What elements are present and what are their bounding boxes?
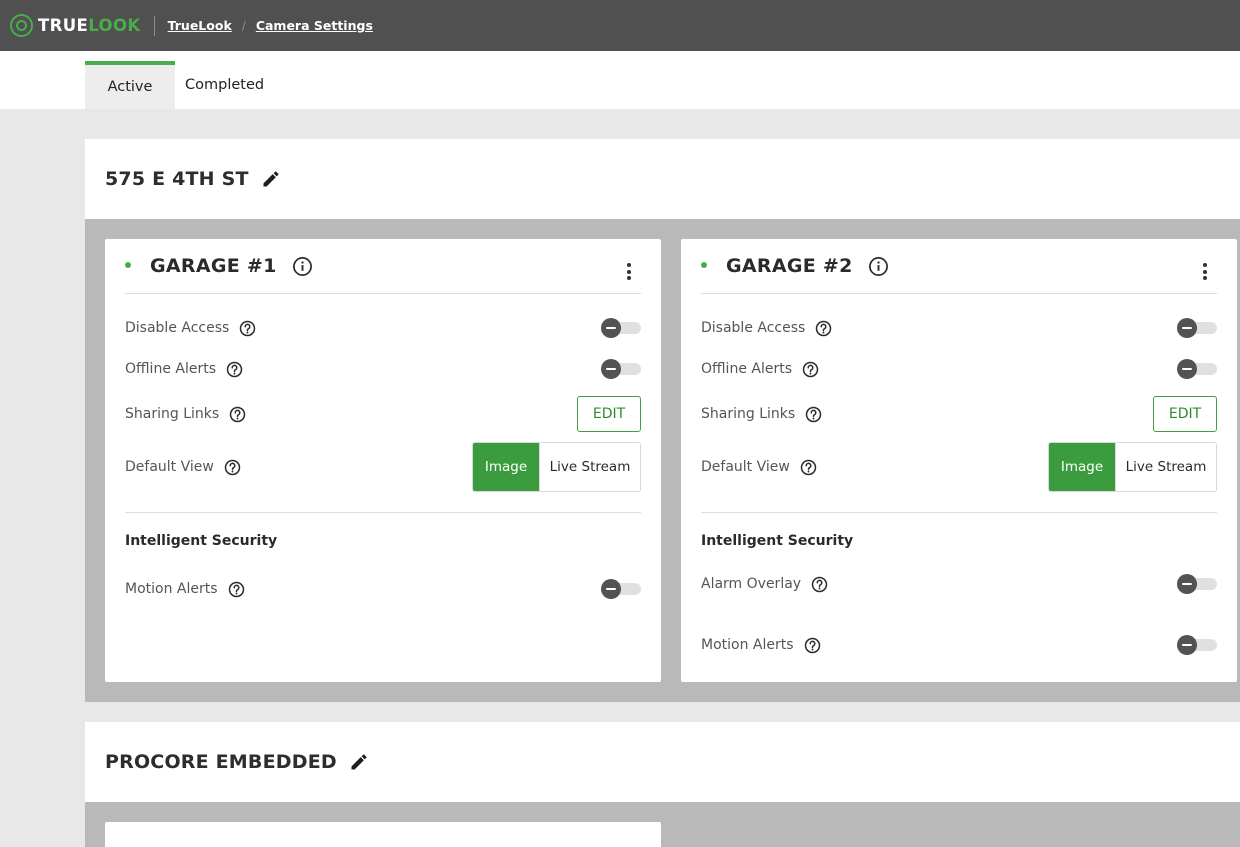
help-icon[interactable] <box>224 459 241 476</box>
view-option-live-stream[interactable]: Live Stream <box>539 443 640 491</box>
project-header: PROCORE EMBEDDED <box>85 722 1240 802</box>
setting-label: Offline Alerts <box>125 361 216 377</box>
project-title: PROCORE EMBEDDED <box>105 751 337 773</box>
offline-alerts-toggle[interactable] <box>1177 359 1217 379</box>
left-gutter <box>0 109 85 847</box>
edit-pencil-icon[interactable] <box>261 169 281 189</box>
help-icon[interactable] <box>811 576 828 593</box>
sharing-links-edit-button[interactable]: EDIT <box>1153 396 1217 432</box>
view-option-live-stream[interactable]: Live Stream <box>1115 443 1216 491</box>
header-divider <box>153 15 155 36</box>
camera-card-header: GARAGE #2 <box>701 239 1217 294</box>
setting-row-alarm-overlay: Alarm Overlay <box>701 572 1217 596</box>
logo-text-look: LOOK <box>88 16 141 35</box>
setting-row-default-view: Default View Image Live Stream <box>701 442 1217 492</box>
camera-name: GARAGE #2 <box>726 255 853 277</box>
help-icon[interactable] <box>800 459 817 476</box>
motion-alerts-toggle[interactable] <box>1177 635 1217 655</box>
help-icon[interactable] <box>815 320 832 337</box>
setting-label: Alarm Overlay <box>701 576 802 592</box>
setting-row-offline-alerts: Offline Alerts <box>701 357 1217 381</box>
project-header: 575 E 4TH ST <box>85 139 1240 219</box>
setting-row-sharing-links: Sharing Links EDIT <box>125 396 641 432</box>
online-status-dot <box>701 262 707 268</box>
sharing-links-edit-button[interactable]: EDIT <box>577 396 641 432</box>
section-divider <box>701 512 1217 513</box>
help-icon[interactable] <box>226 361 243 378</box>
setting-row-offline-alerts: Offline Alerts <box>125 357 641 381</box>
info-icon[interactable] <box>868 256 889 277</box>
camera-card <box>105 822 661 847</box>
setting-label: Disable Access <box>701 320 806 336</box>
setting-row-sharing-links: Sharing Links EDIT <box>701 396 1217 432</box>
setting-label: Sharing Links <box>701 406 796 422</box>
breadcrumb-truelook[interactable]: TrueLook <box>168 18 232 33</box>
breadcrumb-camera-settings[interactable]: Camera Settings <box>256 18 373 33</box>
status-tabs: Active Completed <box>0 51 1240 109</box>
intelligent-security-heading: Intelligent Security <box>125 533 278 549</box>
setting-row-motion-alerts: Motion Alerts <box>125 577 641 601</box>
more-options-icon[interactable] <box>1203 263 1207 280</box>
setting-label: Default View <box>701 459 790 475</box>
camera-card: GARAGE #1 Disable Access Offline Alerts … <box>105 239 661 682</box>
setting-label: Motion Alerts <box>701 637 794 653</box>
disable-access-toggle[interactable] <box>601 318 641 338</box>
help-icon[interactable] <box>805 406 822 423</box>
camera-grid <box>85 802 1240 847</box>
setting-label: Default View <box>125 459 214 475</box>
top-navigation-bar: TRUELOOK TrueLook / Camera Settings <box>0 0 1240 51</box>
camera-name: GARAGE #1 <box>150 255 277 277</box>
motion-alerts-toggle[interactable] <box>601 579 641 599</box>
setting-row-motion-alerts: Motion Alerts <box>701 633 1217 657</box>
help-icon[interactable] <box>239 320 256 337</box>
alarm-overlay-toggle[interactable] <box>1177 574 1217 594</box>
setting-label: Sharing Links <box>125 406 220 422</box>
view-option-image[interactable]: Image <box>473 443 539 491</box>
logo-text-true: TRUE <box>38 16 89 35</box>
help-icon[interactable] <box>228 581 245 598</box>
setting-row-disable-access: Disable Access <box>125 316 641 340</box>
tab-active[interactable]: Active <box>85 61 175 109</box>
camera-card-header: GARAGE #1 <box>125 239 641 294</box>
tab-completed[interactable]: Completed <box>185 61 264 109</box>
default-view-selector: Image Live Stream <box>472 442 641 492</box>
edit-pencil-icon[interactable] <box>349 752 369 772</box>
project-title: 575 E 4TH ST <box>105 168 249 190</box>
help-icon[interactable] <box>229 406 246 423</box>
setting-row-disable-access: Disable Access <box>701 316 1217 340</box>
view-option-image[interactable]: Image <box>1049 443 1115 491</box>
setting-label: Offline Alerts <box>701 361 792 377</box>
help-icon[interactable] <box>804 637 821 654</box>
help-icon[interactable] <box>802 361 819 378</box>
info-icon[interactable] <box>292 256 313 277</box>
setting-label: Disable Access <box>125 320 230 336</box>
breadcrumb-separator: / <box>241 18 246 33</box>
disable-access-toggle[interactable] <box>1177 318 1217 338</box>
setting-row-default-view: Default View Image Live Stream <box>125 442 641 492</box>
default-view-selector: Image Live Stream <box>1048 442 1217 492</box>
intelligent-security-heading: Intelligent Security <box>701 533 854 549</box>
online-status-dot <box>125 262 131 268</box>
camera-card: GARAGE #2 Disable Access Offline Alerts … <box>681 239 1237 682</box>
truelook-logo-icon <box>10 14 33 37</box>
offline-alerts-toggle[interactable] <box>601 359 641 379</box>
truelook-logo[interactable]: TRUELOOK <box>10 14 141 37</box>
section-divider <box>125 512 641 513</box>
more-options-icon[interactable] <box>627 263 631 280</box>
setting-label: Motion Alerts <box>125 581 218 597</box>
camera-grid: GARAGE #1 Disable Access Offline Alerts … <box>85 219 1240 702</box>
logo-wordmark: TRUELOOK <box>38 16 141 35</box>
